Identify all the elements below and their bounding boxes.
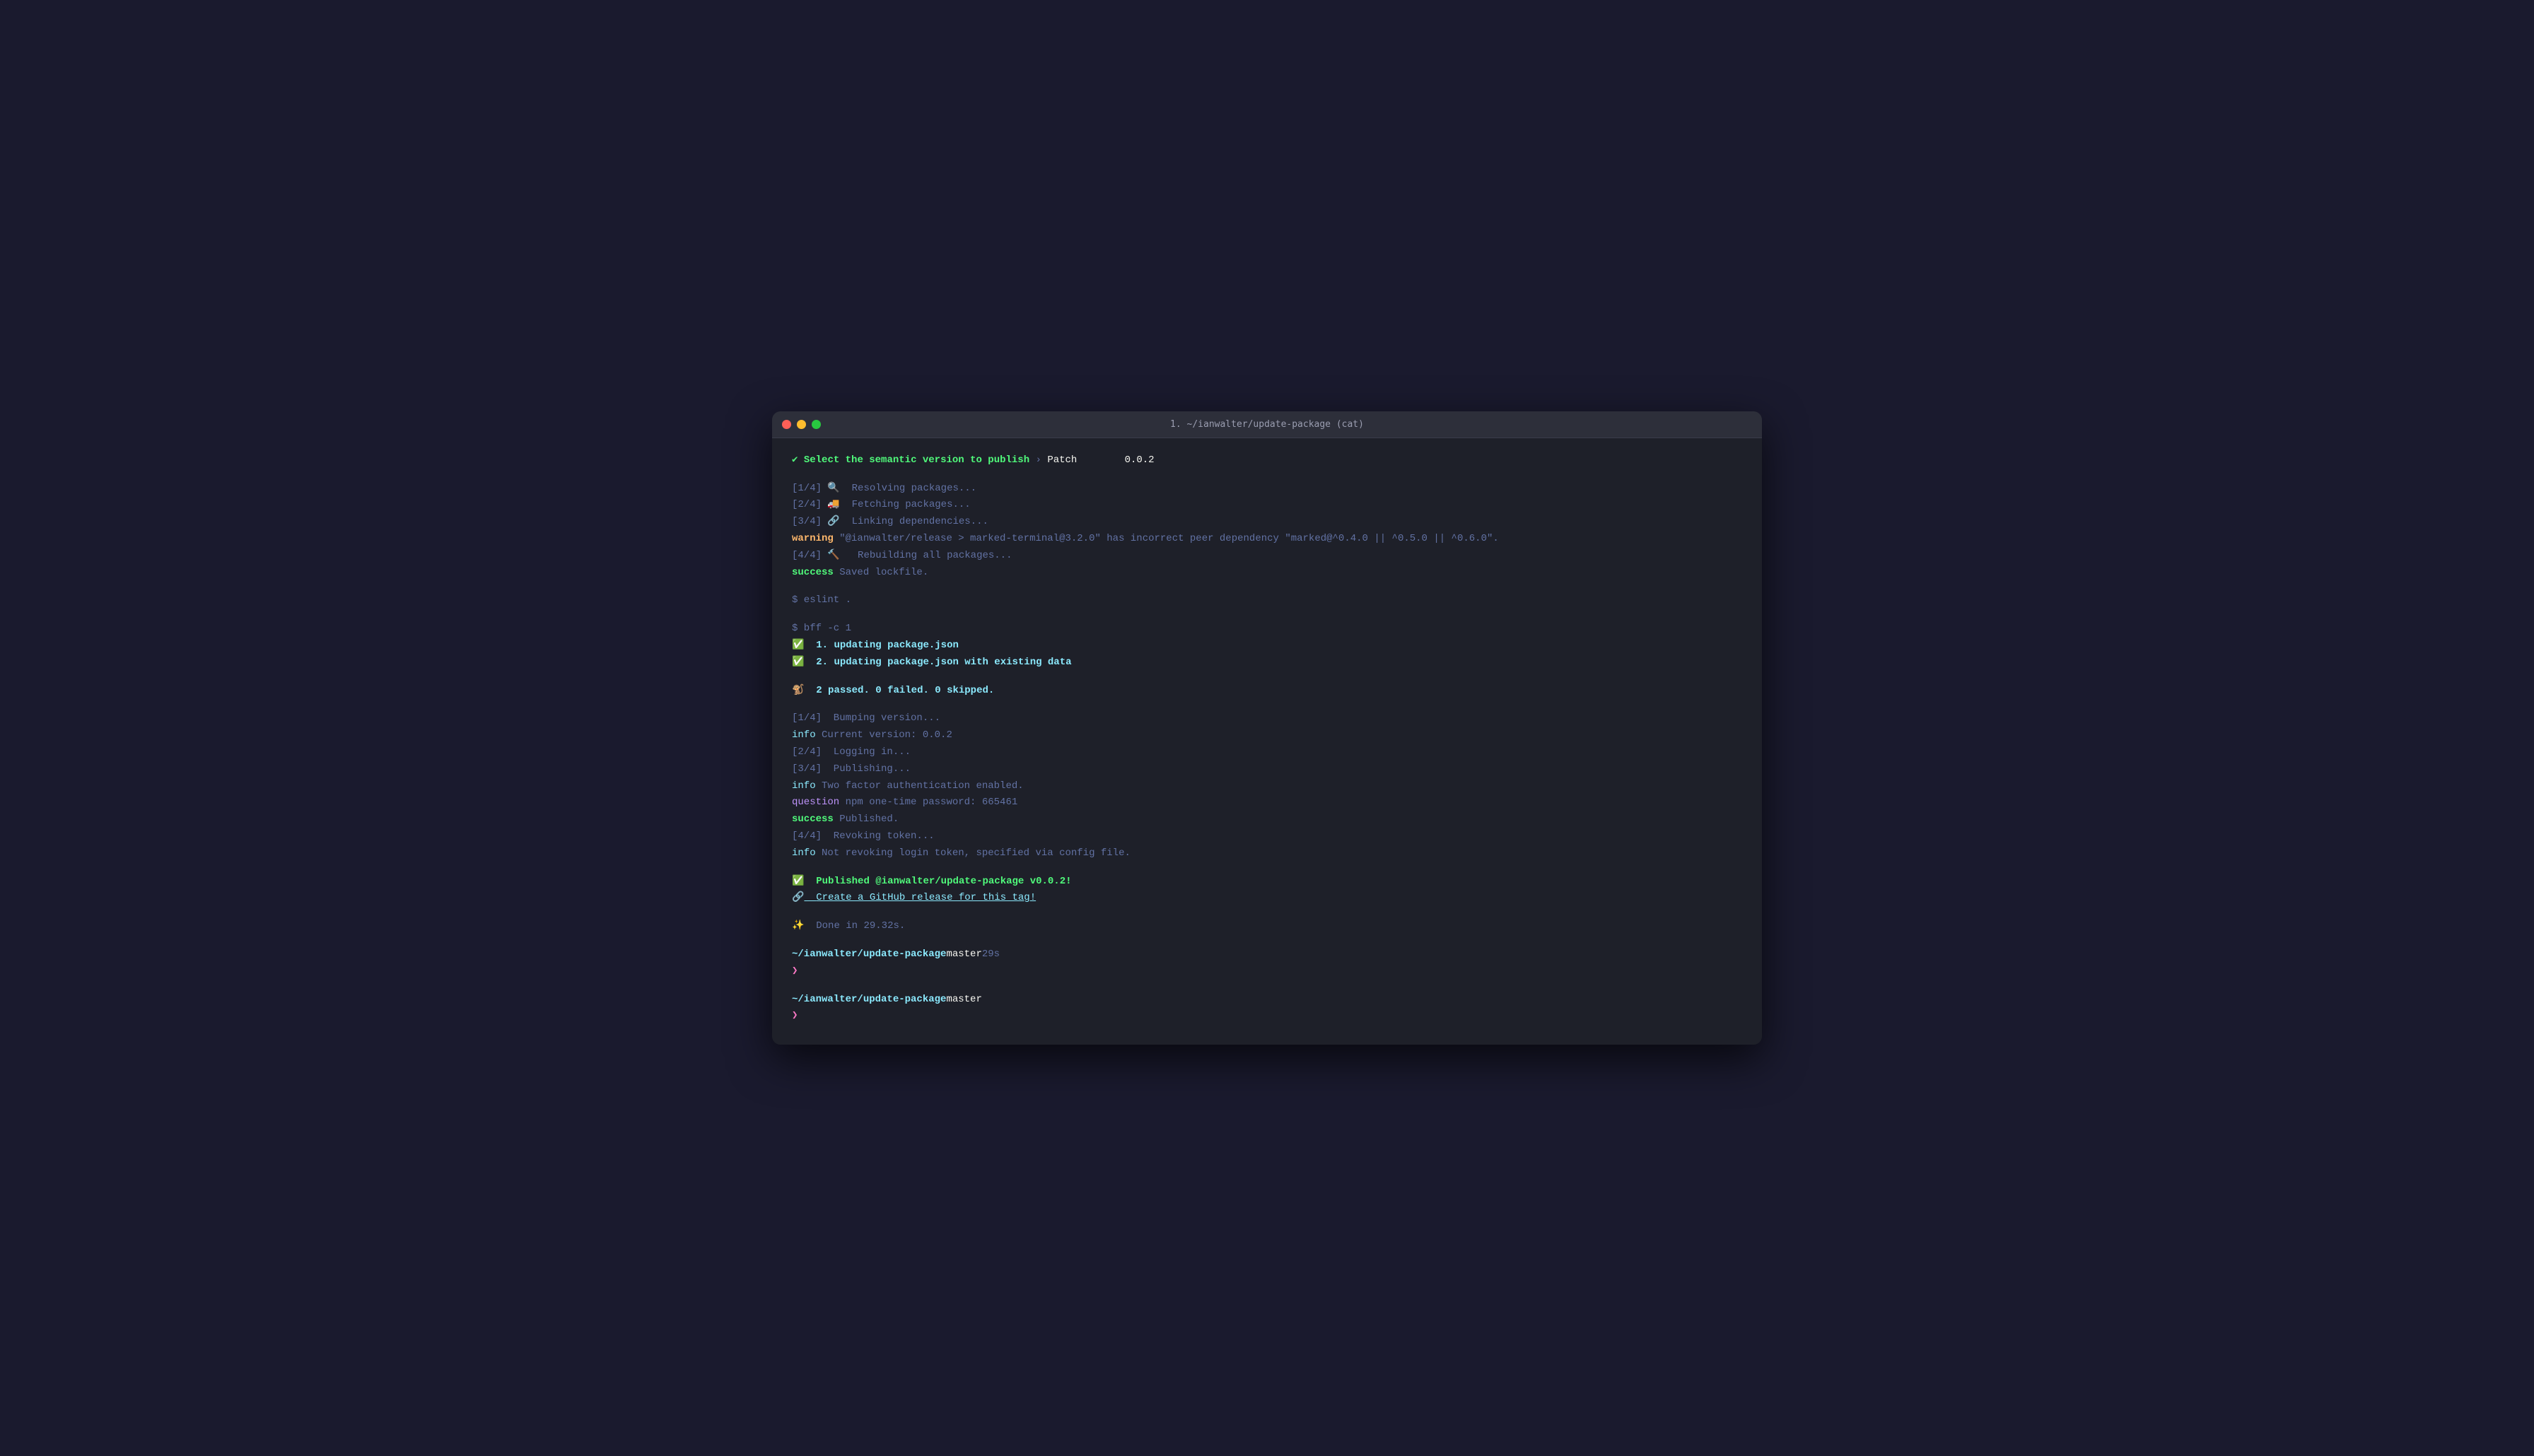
bff-cmd-line: $ bff -c 1 (792, 621, 1742, 638)
task1-check: ✅ (792, 638, 804, 654)
info2-label: info (792, 778, 816, 795)
result-line: 🐒 2 passed. 0 failed. 0 skipped. (792, 683, 1742, 700)
prompt2-arrow-line: ❯ (792, 1008, 1742, 1025)
success1-label: success (792, 565, 834, 582)
bump4-line: [4/4] Revoking token... (792, 828, 1742, 845)
arrow-icon: › (1029, 452, 1047, 469)
published-line: ✅ Published @ianwalter/update-package v0… (792, 874, 1742, 891)
prompt1-branch: master (946, 946, 981, 963)
done-line: ✨ Done in 29.32s. (792, 918, 1742, 935)
question-text: npm one-time password: 665461 (839, 794, 1017, 811)
success1-text: Saved lockfile. (834, 565, 928, 582)
info1-line: info Current version: 0.0.2 (792, 727, 1742, 744)
success2-line: success Published. (792, 811, 1742, 828)
info1-label: info (792, 727, 816, 744)
step1-text: [1/4] 🔍 Resolving packages... (792, 481, 976, 498)
success1-line: success Saved lockfile. (792, 565, 1742, 582)
prompt2-branch: master (946, 992, 981, 1009)
titlebar: 1. ~/ianwalter/update-package (cat) (772, 411, 1762, 438)
task2-line: ✅ 2. updating package.json with existing… (792, 654, 1742, 671)
info1-text: Current version: 0.0.2 (816, 727, 952, 744)
info2-line: info Two factor authentication enabled. (792, 778, 1742, 795)
done-text: Done in 29.32s. (804, 918, 905, 935)
step4-line: [4/4] 🔨 Rebuilding all packages... (792, 548, 1742, 565)
step2-line: [2/4] 🚚 Fetching packages... (792, 497, 1742, 514)
question-line: question npm one-time password: 665461 (792, 794, 1742, 811)
close-button[interactable] (782, 420, 791, 429)
step4-text: [4/4] 🔨 Rebuilding all packages... (792, 548, 1012, 565)
task2-text: 2. updating package.json with existing d… (804, 654, 1071, 671)
window-title: 1. ~/ianwalter/update-package (cat) (1170, 419, 1364, 430)
prompt2-arrow: ❯ (792, 1008, 798, 1025)
github-link[interactable]: Create a GitHub release for this tag! (804, 890, 1036, 907)
select-label: Select the semantic version to publish (798, 452, 1029, 469)
published-check: ✅ (792, 874, 804, 891)
info3-line: info Not revoking login token, specified… (792, 845, 1742, 862)
link-line: 🔗 Create a GitHub release for this tag! (792, 890, 1742, 907)
eslint-cmd: $ eslint . (792, 592, 851, 609)
task1-line: ✅ 1. updating package.json (792, 638, 1742, 654)
bump1-line: [1/4] Bumping version... (792, 710, 1742, 727)
result-text: 2 passed. 0 failed. 0 skipped. (804, 683, 994, 700)
step1-line: [1/4] 🔍 Resolving packages... (792, 481, 1742, 498)
bump3-line: [3/4] Publishing... (792, 761, 1742, 778)
bff-cmd: $ bff -c 1 (792, 621, 851, 638)
link-emoji: 🔗 (792, 890, 804, 907)
question-label: question (792, 794, 839, 811)
task2-check: ✅ (792, 654, 804, 671)
prompt1-time: 29s (982, 946, 1000, 963)
version-select-line: ✔ Select the semantic version to publish… (792, 452, 1742, 469)
prompt1-arrow-line: ❯ (792, 963, 1742, 980)
maximize-button[interactable] (812, 420, 821, 429)
prompt2-path: ~/ianwalter/update-package (792, 992, 946, 1009)
prompt2-line: ~/ianwalter/update-package master (792, 992, 1742, 1009)
step2-text: [2/4] 🚚 Fetching packages... (792, 497, 971, 514)
prompt1-path: ~/ianwalter/update-package (792, 946, 946, 963)
version-value (1077, 452, 1124, 469)
result-emoji: 🐒 (792, 683, 804, 700)
warning-line: warning "@ianwalter/release > marked-ter… (792, 531, 1742, 548)
step3-text: [3/4] 🔗 Linking dependencies... (792, 514, 988, 531)
minimize-button[interactable] (797, 420, 806, 429)
bump3-text: [3/4] Publishing... (792, 761, 911, 778)
bump2-line: [2/4] Logging in... (792, 744, 1742, 761)
warning-text: "@ianwalter/release > marked-terminal@3.… (834, 531, 1499, 548)
prompt1-line: ~/ianwalter/update-package master 29s (792, 946, 1742, 963)
check-icon: ✔ (792, 452, 798, 469)
task1-text: 1. updating package.json (804, 638, 958, 654)
success2-text: Published. (834, 811, 899, 828)
info3-text: Not revoking login token, specified via … (816, 845, 1131, 862)
terminal-body[interactable]: ✔ Select the semantic version to publish… (772, 438, 1762, 1045)
patch-label: Patch (1047, 452, 1077, 469)
info3-label: info (792, 845, 816, 862)
version-number: 0.0.2 (1125, 452, 1155, 469)
bump1-text: [1/4] Bumping version... (792, 710, 940, 727)
sparkles-icon: ✨ (792, 918, 804, 935)
bump2-text: [2/4] Logging in... (792, 744, 911, 761)
published-text: Published @ianwalter/update-package v0.0… (804, 874, 1071, 891)
prompt1-arrow: ❯ (792, 963, 798, 980)
step3-line: [3/4] 🔗 Linking dependencies... (792, 514, 1742, 531)
terminal-window: 1. ~/ianwalter/update-package (cat) ✔ Se… (772, 411, 1762, 1045)
eslint-cmd-line: $ eslint . (792, 592, 1742, 609)
success2-label: success (792, 811, 834, 828)
bump4-text: [4/4] Revoking token... (792, 828, 935, 845)
info2-text: Two factor authentication enabled. (816, 778, 1024, 795)
traffic-lights (782, 420, 821, 429)
warning-label: warning (792, 531, 834, 548)
